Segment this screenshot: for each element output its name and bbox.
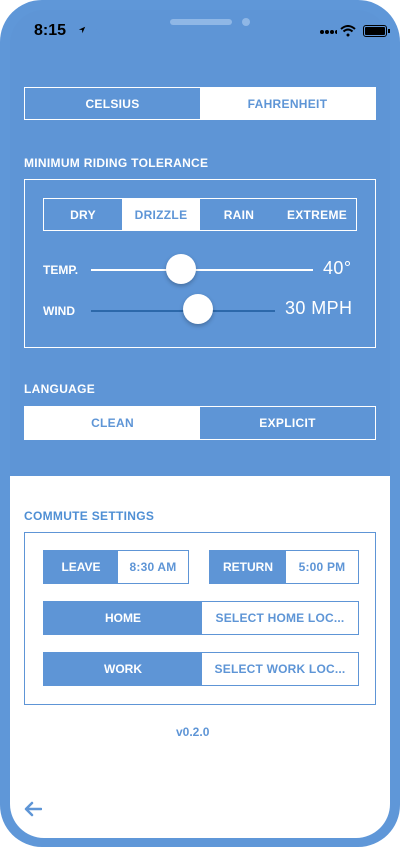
tolerance-panel: DRY DRIZZLE RAIN EXTREME TEMP. 40° WIND … [24, 179, 376, 348]
language-toggle: CLEAN EXPLICIT [24, 406, 376, 440]
leave-time-field[interactable]: LEAVE 8:30 AM [43, 550, 189, 584]
work-label: WORK [44, 653, 202, 685]
temperature-unit-toggle: CELSIUS FAHRENHEIT [24, 87, 376, 120]
return-time-value[interactable]: 5:00 PM [286, 551, 358, 583]
temp-slider-track[interactable] [91, 269, 313, 271]
work-location-field[interactable]: WORK SELECT WORK LOC... [43, 652, 359, 686]
home-location-field[interactable]: HOME SELECT HOME LOC... [43, 601, 359, 635]
app-version: v0.2.0 [176, 725, 210, 739]
back-arrow-icon[interactable] [24, 801, 42, 817]
speaker-grille [170, 19, 232, 25]
signal-icon [320, 30, 337, 34]
condition-toggle: DRY DRIZZLE RAIN EXTREME [43, 198, 357, 231]
temp-slider-thumb[interactable] [166, 254, 196, 284]
language-explicit[interactable]: EXPLICIT [200, 407, 375, 439]
home-location-value[interactable]: SELECT HOME LOC... [202, 602, 358, 634]
phone-frame: 8:15 CELSIUS FAHRENHEIT MINIMUM RIDING T… [0, 0, 400, 847]
wind-slider-thumb[interactable] [183, 294, 213, 324]
condition-dry[interactable]: DRY [44, 199, 122, 230]
battery-cap [388, 29, 390, 33]
commute-section-label: COMMUTE SETTINGS [24, 509, 155, 523]
wind-slider-label: WIND [43, 304, 75, 318]
wind-value: 30 MPH [285, 298, 353, 318]
battery-icon [363, 25, 387, 37]
tolerance-section-label: MINIMUM RIDING TOLERANCE [24, 156, 209, 170]
temp-value: 40° [323, 258, 352, 278]
status-bar: 8:15 [10, 10, 390, 52]
front-camera [242, 18, 250, 26]
language-section-label: LANGUAGE [24, 382, 96, 396]
condition-drizzle[interactable]: DRIZZLE [122, 199, 200, 230]
return-time-field[interactable]: RETURN 5:00 PM [209, 550, 359, 584]
fahrenheit-option[interactable]: FAHRENHEIT [200, 88, 375, 119]
celsius-option[interactable]: CELSIUS [25, 88, 200, 119]
status-time: 8:15 [34, 22, 67, 39]
condition-rain[interactable]: RAIN [200, 199, 278, 230]
leave-label: LEAVE [44, 551, 118, 583]
temp-slider-label: TEMP. [43, 263, 79, 277]
notch [95, 10, 305, 40]
condition-extreme[interactable]: EXTREME [278, 199, 356, 230]
return-label: RETURN [210, 551, 286, 583]
wifi-icon [340, 25, 356, 37]
location-arrow-icon [78, 26, 86, 34]
commute-panel: LEAVE 8:30 AM RETURN 5:00 PM HOME SELECT… [24, 532, 376, 705]
home-label: HOME [44, 602, 202, 634]
leave-time-value[interactable]: 8:30 AM [118, 551, 188, 583]
language-clean[interactable]: CLEAN [25, 407, 200, 439]
work-location-value[interactable]: SELECT WORK LOC... [202, 653, 358, 685]
